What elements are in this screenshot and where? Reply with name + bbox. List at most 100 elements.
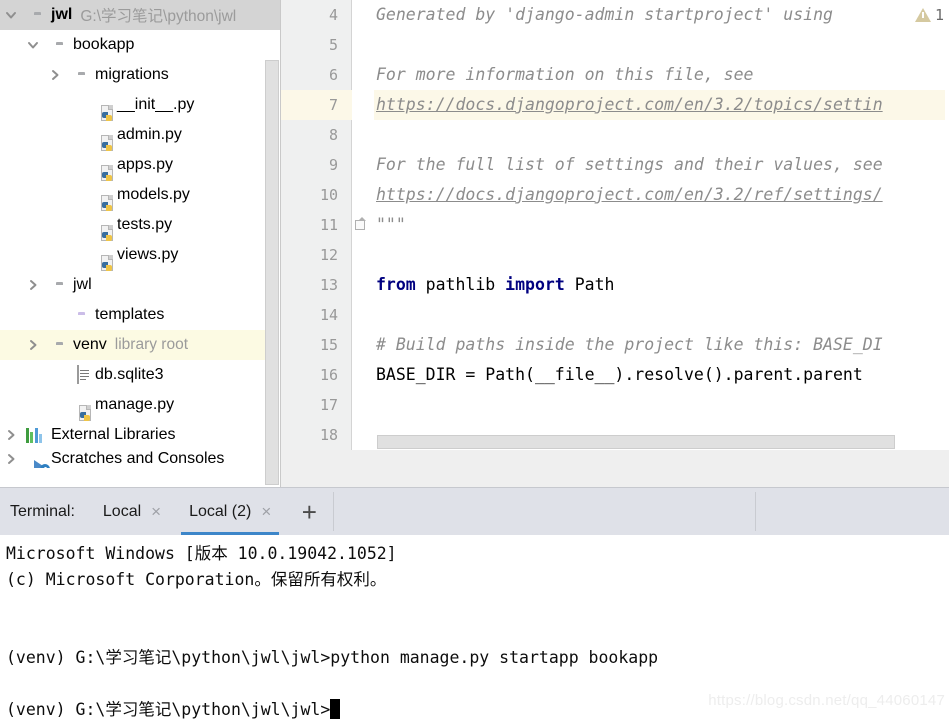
code-line[interactable]: 15 # Build paths inside the project like …	[281, 330, 945, 360]
warning-triangle-icon	[914, 8, 931, 22]
code-editor[interactable]: 4 Generated by 'django-admin startproject…	[281, 0, 949, 487]
fold-gutter-slot	[352, 360, 374, 390]
tree-arrow-placeholder	[66, 240, 88, 270]
tree-item-secondary-text: library root	[114, 336, 189, 353]
code-text: For more information on this file, see	[374, 60, 945, 90]
project-scrollbar-track[interactable]	[265, 30, 280, 485]
code-line[interactable]: 13 from pathlib import Path	[281, 270, 945, 300]
code-token: # Build paths inside the project like th…	[376, 335, 883, 354]
terminal-output[interactable]: Microsoft Windows [版本 10.0.19042.1052] (c…	[0, 535, 949, 725]
terminal-line-text	[6, 622, 16, 641]
fold-gutter-slot	[352, 30, 374, 60]
tree-item-admin-py[interactable]: admin.py	[0, 120, 281, 151]
chevron-down-icon[interactable]	[22, 30, 44, 60]
code-token: """	[376, 215, 406, 234]
tree-item-tests-py[interactable]: tests.py	[0, 210, 281, 241]
code-line[interactable]: 7 https://docs.djangoproject.com/en/3.2/t…	[281, 90, 945, 120]
terminal-line	[6, 593, 949, 619]
code-token: pathlib	[415, 275, 506, 294]
tree-item-manage-py[interactable]: manage.py	[0, 390, 281, 421]
close-icon[interactable]: ×	[261, 503, 271, 520]
code-line[interactable]: 14	[281, 300, 945, 330]
line-number: 16	[319, 366, 338, 384]
line-number: 9	[328, 156, 338, 174]
fold-gutter-slot	[352, 150, 374, 180]
code-line[interactable]: 4 Generated by 'django-admin startproject…	[281, 0, 945, 30]
tree-item-external-libraries[interactable]: External Libraries	[0, 420, 281, 450]
tree-item-venv[interactable]: venv library root	[0, 330, 281, 360]
tree-item-apps-py[interactable]: apps.py	[0, 150, 281, 181]
line-number: 6	[328, 66, 338, 84]
warning-count: 1	[934, 6, 944, 24]
fold-gutter-slot	[352, 330, 374, 360]
code-line[interactable]: 9 For the full list of settings and their…	[281, 150, 945, 180]
code-line[interactable]: 10 https://docs.djangoproject.com/en/3.2/…	[281, 180, 945, 210]
project-scrollbar-thumb[interactable]	[265, 60, 279, 485]
editor-code-rows[interactable]: 4 Generated by 'django-admin startproject…	[281, 0, 945, 450]
tree-item-icon	[66, 300, 90, 330]
chevron-down-icon[interactable]	[0, 0, 22, 30]
tree-item-icon	[22, 0, 46, 30]
editor-hscrollbar-thumb[interactable]	[377, 435, 895, 449]
chevron-right-icon[interactable]	[0, 420, 22, 450]
terminal-tab-local[interactable]: Local ×	[89, 488, 175, 535]
tree-arrow-placeholder	[66, 120, 88, 150]
tree-item-migrations[interactable]: migrations	[0, 60, 281, 90]
line-number: 7	[281, 90, 352, 120]
code-text: Generated by 'django-admin startproject'…	[374, 0, 945, 30]
top-area: jwl G:\学习笔记\python\jwl bookapp migrations __…	[0, 0, 949, 487]
chevron-right-icon[interactable]	[44, 60, 66, 90]
tree-item-scratches-and-consoles[interactable]: Scratches and Consoles	[0, 450, 281, 468]
project-tree: jwl G:\学习笔记\python\jwl bookapp migrations __…	[0, 0, 281, 468]
tree-item-bookapp[interactable]: bookapp	[0, 30, 281, 60]
line-number: 11	[319, 216, 338, 234]
fold-gutter-slot	[352, 120, 374, 150]
new-terminal-tab-button[interactable]: +	[285, 488, 333, 535]
tree-item-icon	[22, 450, 50, 468]
tree-item-icon	[88, 240, 113, 271]
fold-marker-icon[interactable]	[352, 210, 374, 240]
code-line[interactable]: 6 For more information on this file, see	[281, 60, 945, 90]
tabbar-right-area	[756, 488, 949, 535]
line-number: 12	[319, 246, 338, 264]
chevron-right-icon[interactable]	[22, 270, 44, 300]
tree-item-views-py[interactable]: views.py	[0, 240, 281, 271]
code-line[interactable]: 11 """	[281, 210, 945, 240]
inspection-warning-badge[interactable]: 1	[914, 6, 944, 24]
code-line[interactable]: 17	[281, 390, 945, 420]
code-line[interactable]: 8	[281, 120, 945, 150]
tree-item-templates[interactable]: templates	[0, 300, 281, 330]
tree-item-db-sqlite3[interactable]: db.sqlite3	[0, 360, 281, 390]
code-line[interactable]: 16 BASE_DIR = Path(__file__).resolve().pa…	[281, 360, 945, 390]
tree-item-label: tests.py	[117, 216, 173, 233]
tree-item-init-py[interactable]: __init__.py	[0, 90, 281, 121]
tree-item-label: External Libraries	[51, 426, 176, 443]
project-root-row[interactable]: jwl G:\学习笔记\python\jwl	[0, 0, 281, 30]
terminal-line	[6, 619, 949, 645]
tree-arrow-placeholder	[44, 360, 66, 390]
close-icon[interactable]: ×	[151, 503, 161, 520]
tree-item-label: db.sqlite3	[95, 366, 164, 383]
terminal-tab-local-2[interactable]: Local (2) ×	[175, 488, 285, 535]
code-line[interactable]: 12	[281, 240, 945, 270]
code-token: Path	[564, 275, 615, 294]
code-line[interactable]: 5	[281, 30, 945, 60]
tree-item-label: bookapp	[73, 36, 135, 53]
tree-arrow-placeholder	[66, 180, 88, 210]
tree-item-jwl[interactable]: jwl	[0, 270, 281, 300]
chevron-right-icon[interactable]	[0, 450, 22, 468]
tabbar-empty-area	[334, 488, 755, 535]
code-link[interactable]: https://docs.djangoproject.com/en/3.2/to…	[376, 95, 883, 114]
chevron-right-icon[interactable]	[22, 330, 44, 360]
tree-item-label: views.py	[117, 246, 179, 263]
tree-item-label: Scratches and Consoles	[51, 450, 225, 467]
tree-item-label: migrations	[95, 66, 169, 83]
fold-gutter-slot	[352, 270, 374, 300]
tree-item-icon	[44, 30, 68, 60]
code-link[interactable]: https://docs.djangoproject.com/en/3.2/re…	[376, 185, 883, 204]
line-number: 4	[328, 6, 338, 24]
tree-item-models-py[interactable]: models.py	[0, 180, 281, 211]
